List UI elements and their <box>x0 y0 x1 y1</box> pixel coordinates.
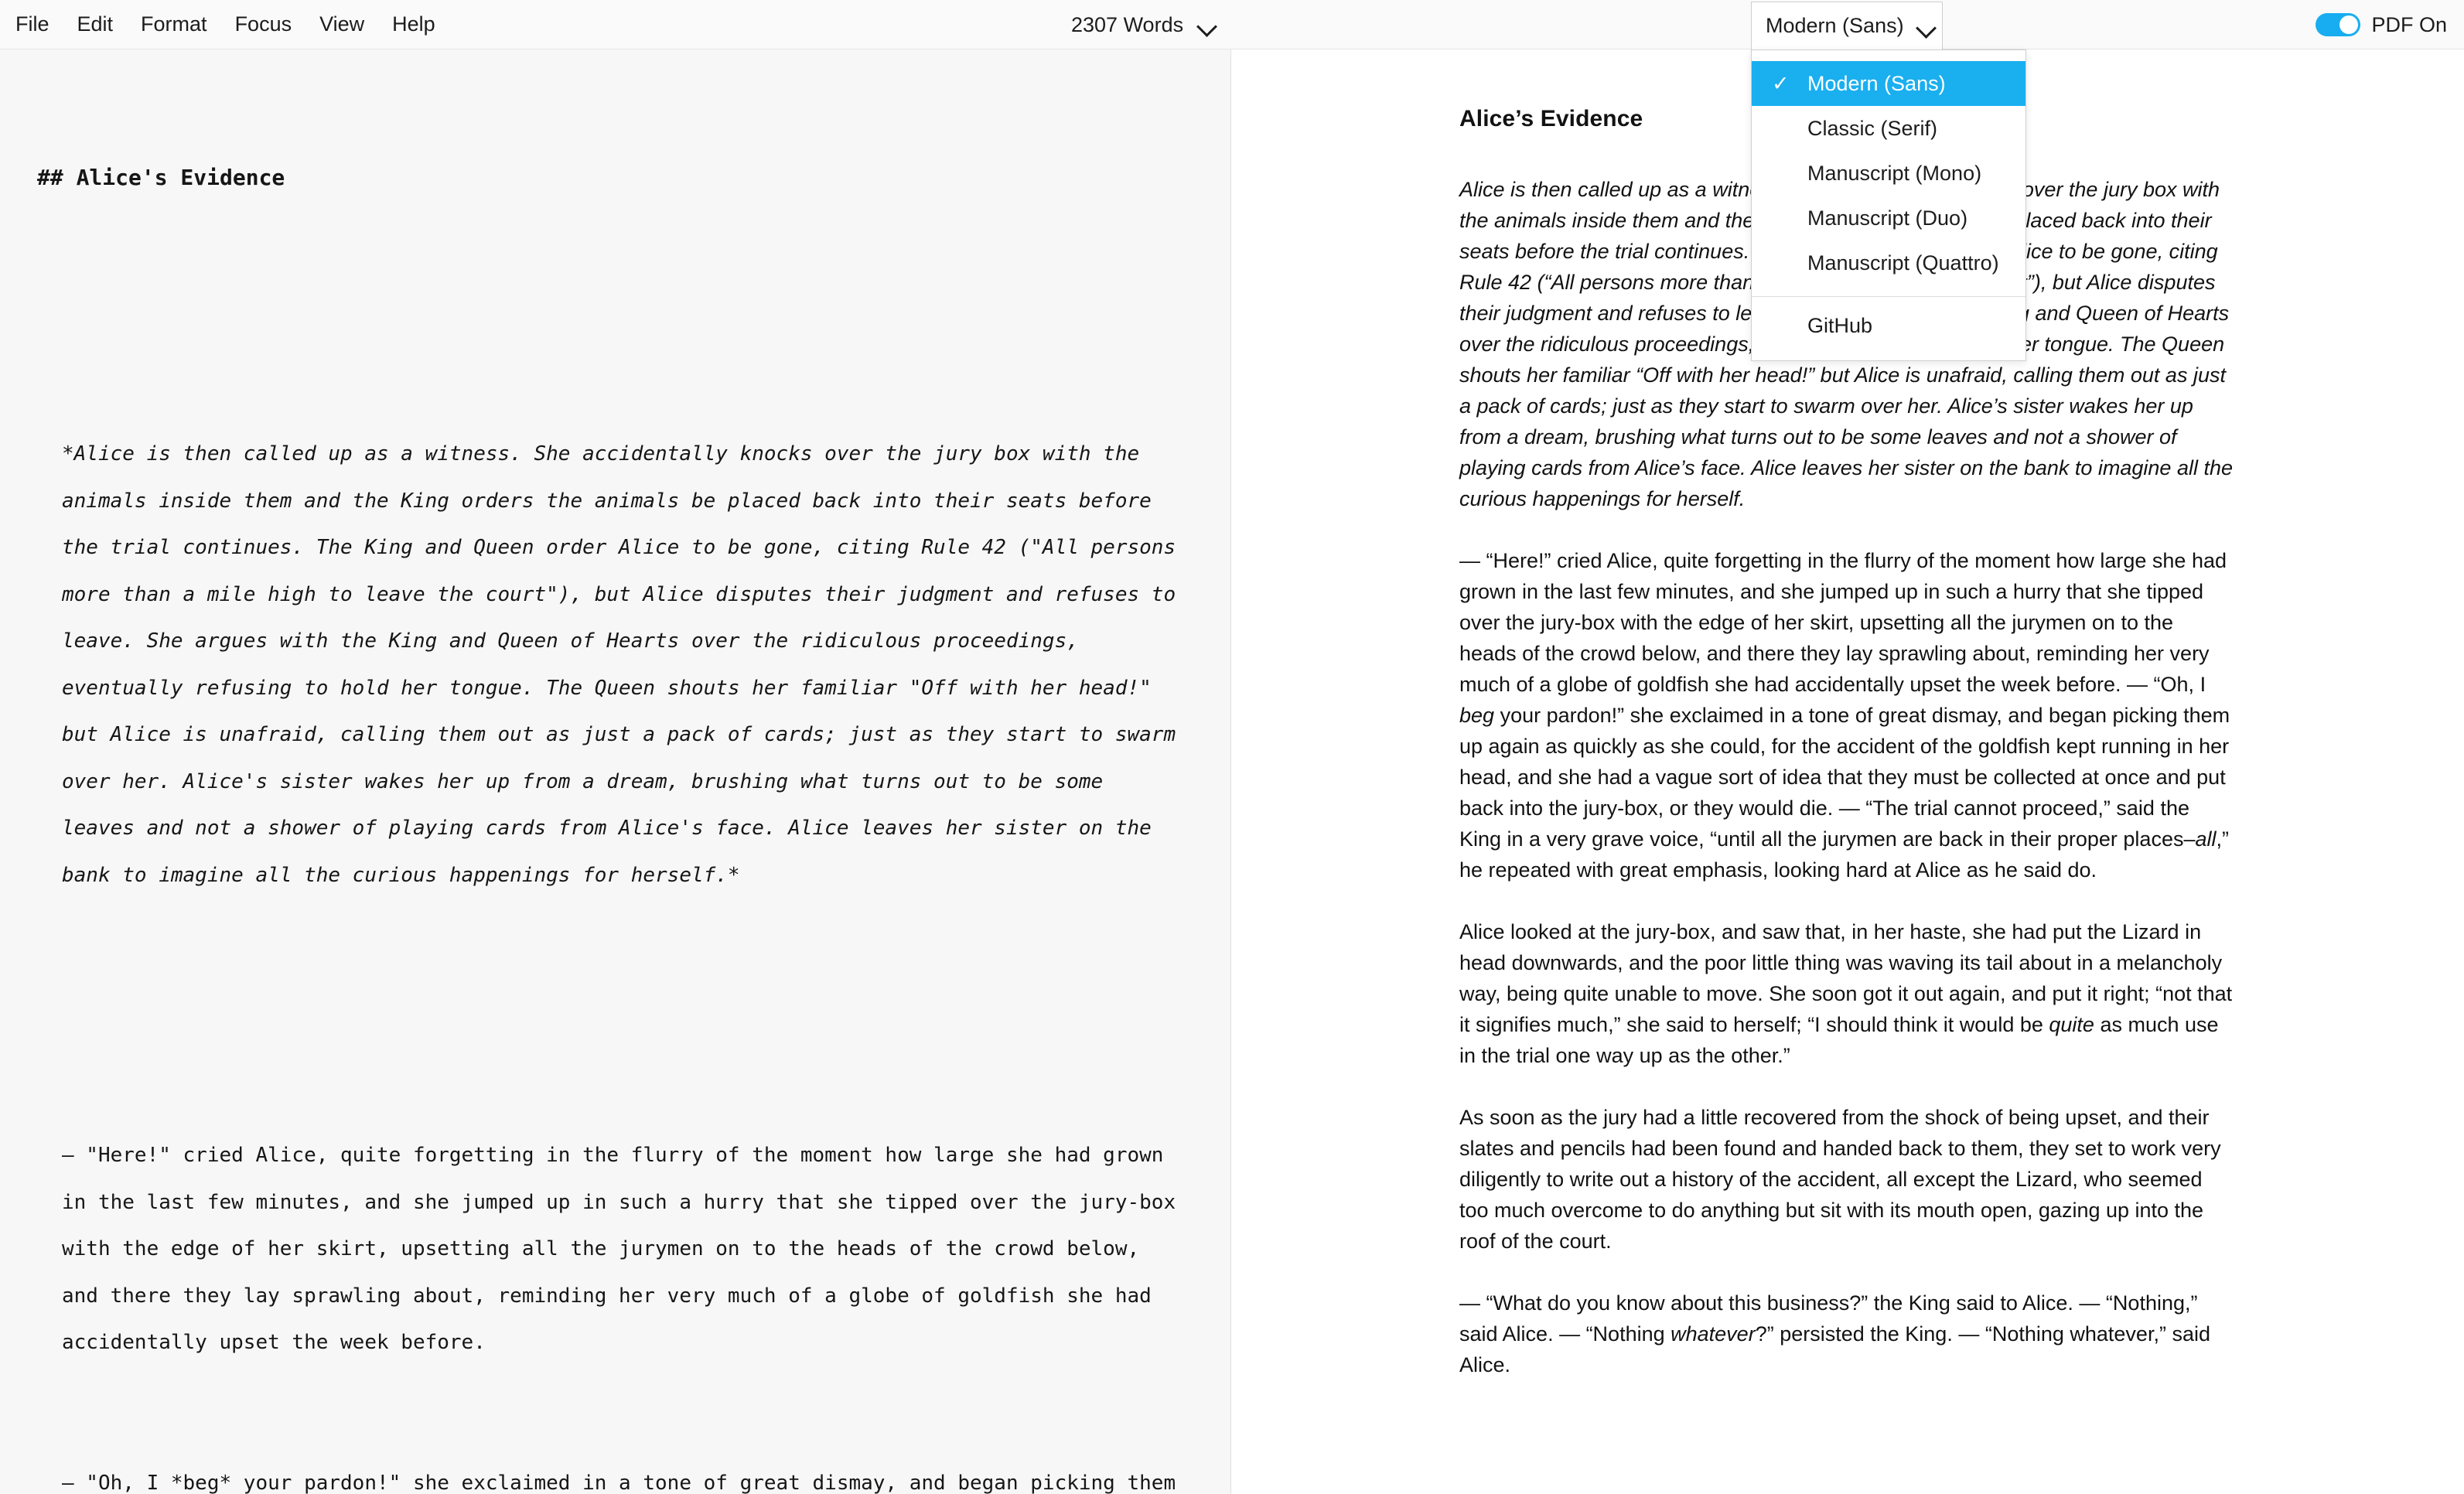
menu-item-format[interactable]: Format <box>127 9 221 39</box>
menu-item-view[interactable]: View <box>305 9 378 39</box>
pdf-toggle-label: PDF On <box>2371 12 2447 36</box>
font-menu-item-label: Manuscript (Mono) <box>1807 161 1982 185</box>
chevron-down-icon <box>1197 19 1217 30</box>
chevron-down-icon <box>1916 21 1928 32</box>
preview-paragraph: — “What do you know about this business?… <box>1459 1291 2210 1376</box>
font-menu-item-github[interactable]: GitHub <box>1752 303 2025 348</box>
markdown-editor-app: File Edit Format Focus View Help 2307 Wo… <box>0 0 2464 1494</box>
menu-divider <box>1752 296 2025 297</box>
preview-paragraph: Alice looked at the jury-box, and saw th… <box>1459 920 2233 1067</box>
font-menu-item-label: Manuscript (Quattro) <box>1807 251 1999 275</box>
font-menu-item-modern-sans[interactable]: ✓ Modern (Sans) <box>1752 61 2025 106</box>
menu-item-help[interactable]: Help <box>378 9 449 39</box>
split-panes: ## Alice's Evidence *Alice is then calle… <box>0 49 2464 1494</box>
editor-blank-line <box>31 992 1200 1039</box>
font-menu-item-manuscript-duo[interactable]: Manuscript (Duo) <box>1752 196 2025 240</box>
toggle-knob <box>2339 15 2359 34</box>
font-menu-item-label: Modern (Sans) <box>1807 71 1946 95</box>
editor-text-area[interactable]: ## Alice's Evidence *Alice is then calle… <box>31 65 1200 1494</box>
word-count-label: 2307 Words <box>1071 12 1184 36</box>
preview-paragraph: As soon as the jury had a little recover… <box>1459 1106 2221 1253</box>
font-menu-item-classic-serif[interactable]: Classic (Serif) <box>1752 106 2025 151</box>
font-picker-button[interactable]: Modern (Sans) <box>1751 2 1943 49</box>
markdown-editor-pane[interactable]: ## Alice's Evidence *Alice is then calle… <box>0 49 1231 1494</box>
top-toolbar: File Edit Format Focus View Help 2307 Wo… <box>0 0 2464 49</box>
editor-paragraph-body-1: — "Here!" cried Alice, quite forgetting … <box>62 1144 1188 1354</box>
font-menu-item-label: GitHub <box>1807 313 1873 337</box>
preview-paragraph: — “Here!” cried Alice, quite forgetting … <box>1459 549 2230 882</box>
pdf-toggle-switch[interactable] <box>2316 13 2361 36</box>
editor-heading-line: ## Alice's Evidence <box>37 165 285 190</box>
editor-paragraph-body-2: — "Oh, I *beg* your pardon!" she exclaim… <box>62 1471 1176 1494</box>
font-menu-item-manuscript-quattro[interactable]: Manuscript (Quattro) <box>1752 240 2025 285</box>
menu-item-focus[interactable]: Focus <box>221 9 306 39</box>
font-picker-value: Modern (Sans) <box>1766 14 1904 37</box>
font-menu-item-manuscript-mono[interactable]: Manuscript (Mono) <box>1752 151 2025 196</box>
font-menu-item-label: Classic (Serif) <box>1807 116 1938 140</box>
menu-bottom-padding <box>1752 348 2025 360</box>
font-picker-dropdown-menu: ✓ Modern (Sans) Classic (Serif) Manuscri… <box>1751 49 2026 361</box>
editor-blank-line <box>31 291 1200 337</box>
check-icon: ✓ <box>1772 71 1790 95</box>
menu-bar: File Edit Format Focus View Help <box>0 9 449 39</box>
editor-paragraph-italic: *Alice is then called up as a witness. S… <box>62 442 1188 887</box>
menu-item-file[interactable]: File <box>12 9 63 39</box>
word-count-control[interactable]: 2307 Words <box>1071 0 1217 49</box>
pdf-toggle-control[interactable]: PDF On <box>2316 0 2447 49</box>
menu-item-edit[interactable]: Edit <box>63 9 128 39</box>
font-menu-item-label: Manuscript (Duo) <box>1807 206 1968 230</box>
